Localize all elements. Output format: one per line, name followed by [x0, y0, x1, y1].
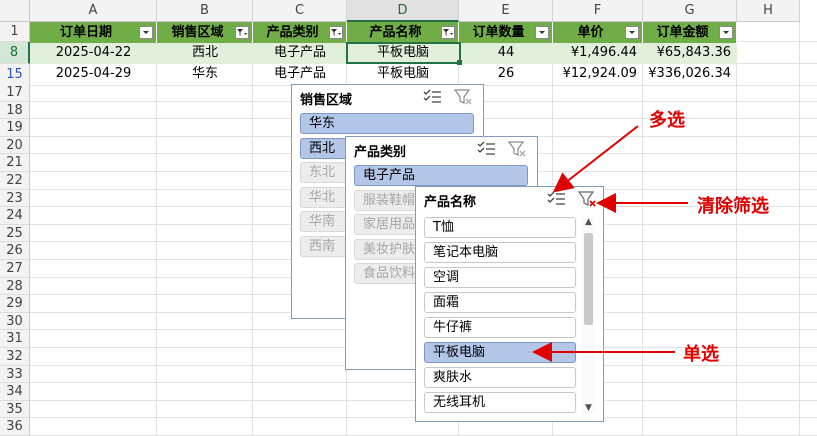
annotation-clear-filter: 清除筛选: [697, 196, 769, 217]
annotation-single-select: 单选: [683, 344, 719, 365]
annotation-multi-select: 多选: [649, 110, 685, 131]
multi-select-arrow: [552, 125, 639, 193]
annotation-arrows: [532, 125, 688, 362]
